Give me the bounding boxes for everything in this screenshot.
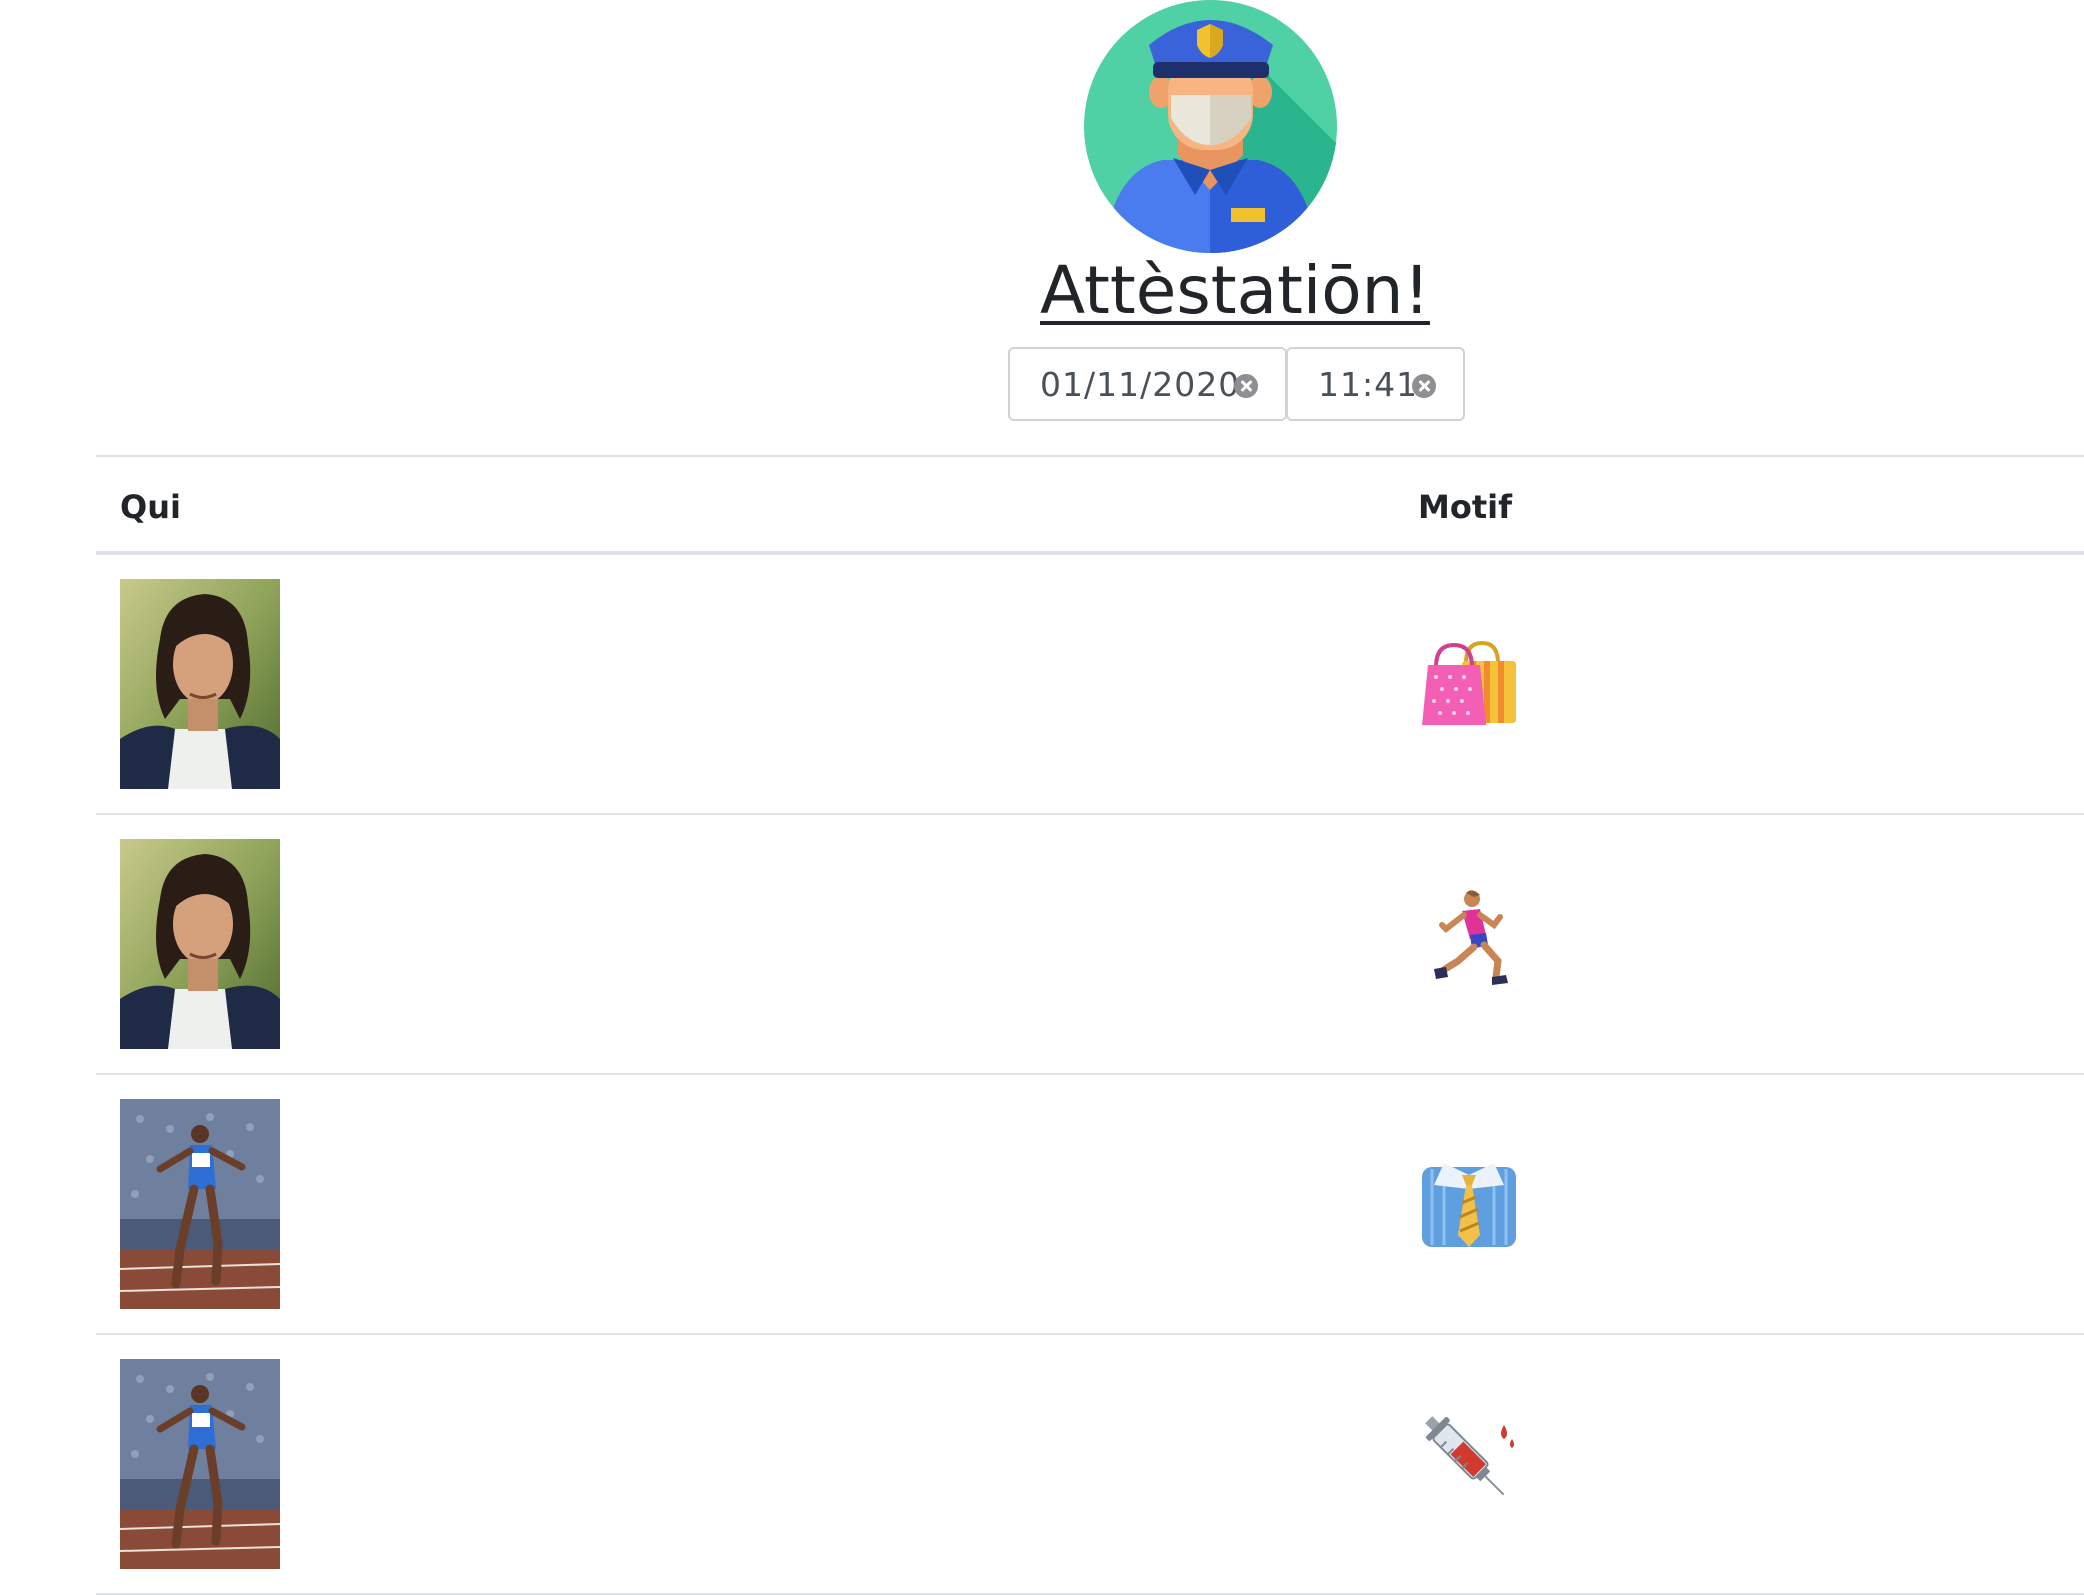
- syringe-icon: [1425, 1416, 1514, 1496]
- time-value: 11:41: [1318, 365, 1419, 404]
- shirt-and-tie-icon: [1422, 1163, 1516, 1247]
- table-row: [96, 815, 2084, 1075]
- man-portrait-photo: [120, 839, 280, 1049]
- header: Attèstatiōn! 01/11/2020 11:41: [0, 0, 2084, 430]
- column-header-qui: Qui: [120, 488, 181, 526]
- shopping-bags-icon: [1422, 640, 1516, 725]
- column-header-motif: Motif: [1418, 488, 1513, 526]
- man-portrait-photo: [120, 579, 280, 789]
- sprinter-photo: [120, 1099, 280, 1309]
- attestation-table: Qui Motif: [96, 455, 2084, 1595]
- date-value: 01/11/2020: [1040, 365, 1241, 404]
- table-header: Qui Motif: [96, 455, 2084, 555]
- page-title: Attèstatiōn!: [1040, 252, 1430, 329]
- time-field[interactable]: 11:41: [1286, 347, 1465, 421]
- table-row: [96, 1335, 2084, 1595]
- table-row: [96, 1075, 2084, 1335]
- sprinter-photo: [120, 1359, 280, 1569]
- clear-date-icon[interactable]: [1234, 374, 1258, 398]
- runner-icon: [1434, 890, 1508, 985]
- police-officer-icon: [1084, 0, 1337, 253]
- clear-time-icon[interactable]: [1412, 374, 1436, 398]
- date-field[interactable]: 01/11/2020: [1008, 347, 1287, 421]
- table-row: [96, 555, 2084, 815]
